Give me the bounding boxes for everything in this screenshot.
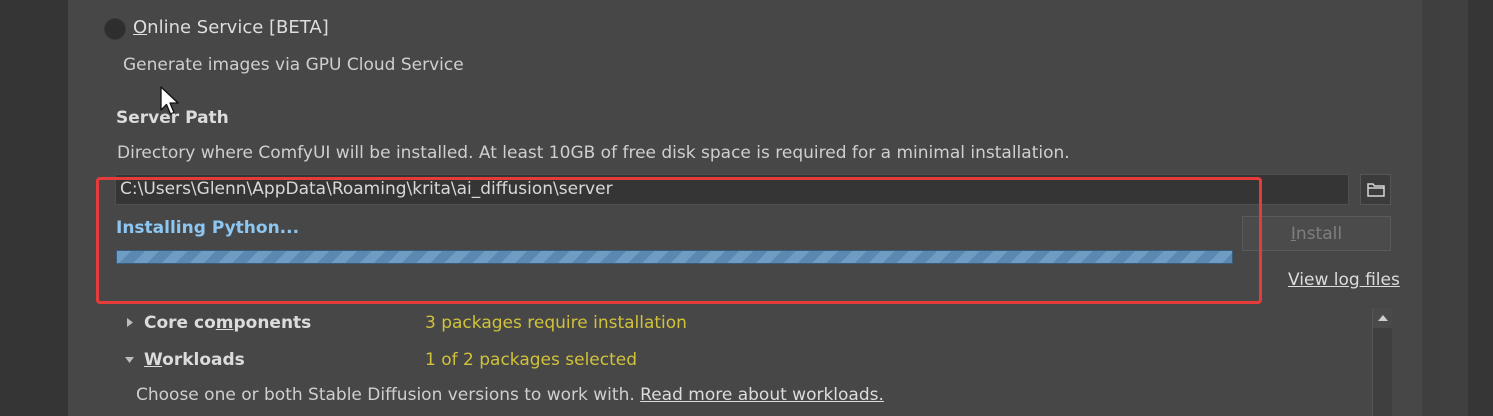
core-components-status: 3 packages require installation	[425, 313, 687, 333]
read-more-workloads-link[interactable]: Read more about workloads.	[640, 385, 884, 405]
tree-item-core-components[interactable]: Core components	[144, 313, 311, 333]
clipped-text-above	[123, 0, 743, 2]
scroll-up-button[interactable]	[1373, 308, 1392, 328]
server-path-title: Server Path	[116, 108, 229, 128]
online-service-radio[interactable]	[104, 18, 126, 40]
workloads-description: Choose one or both Stable Diffusion vers…	[136, 385, 884, 405]
tree-scrollbar[interactable]	[1372, 308, 1392, 416]
far-right-background	[1468, 0, 1493, 416]
view-log-files-link[interactable]: View log files	[1288, 270, 1400, 290]
highlight-annotation-box	[96, 177, 1262, 304]
install-button[interactable]: Install	[1242, 216, 1391, 251]
left-gutter	[0, 0, 68, 416]
online-service-label[interactable]: Online Service [BETA]	[133, 17, 329, 38]
chevron-right-icon[interactable]	[126, 317, 134, 328]
right-scroll-strip[interactable]	[1438, 0, 1468, 416]
browse-folder-button[interactable]	[1360, 174, 1391, 205]
right-divider	[1422, 0, 1438, 416]
tree-item-workloads[interactable]: Workloads	[144, 350, 245, 370]
folder-icon	[1366, 183, 1385, 197]
chevron-down-icon[interactable]	[124, 356, 135, 364]
online-service-description: Generate images via GPU Cloud Service	[123, 55, 464, 75]
server-path-description: Directory where ComfyUI will be installe…	[117, 143, 1070, 163]
workloads-status: 1 of 2 packages selected	[425, 350, 638, 370]
scroll-up-arrow-icon	[1377, 315, 1388, 321]
